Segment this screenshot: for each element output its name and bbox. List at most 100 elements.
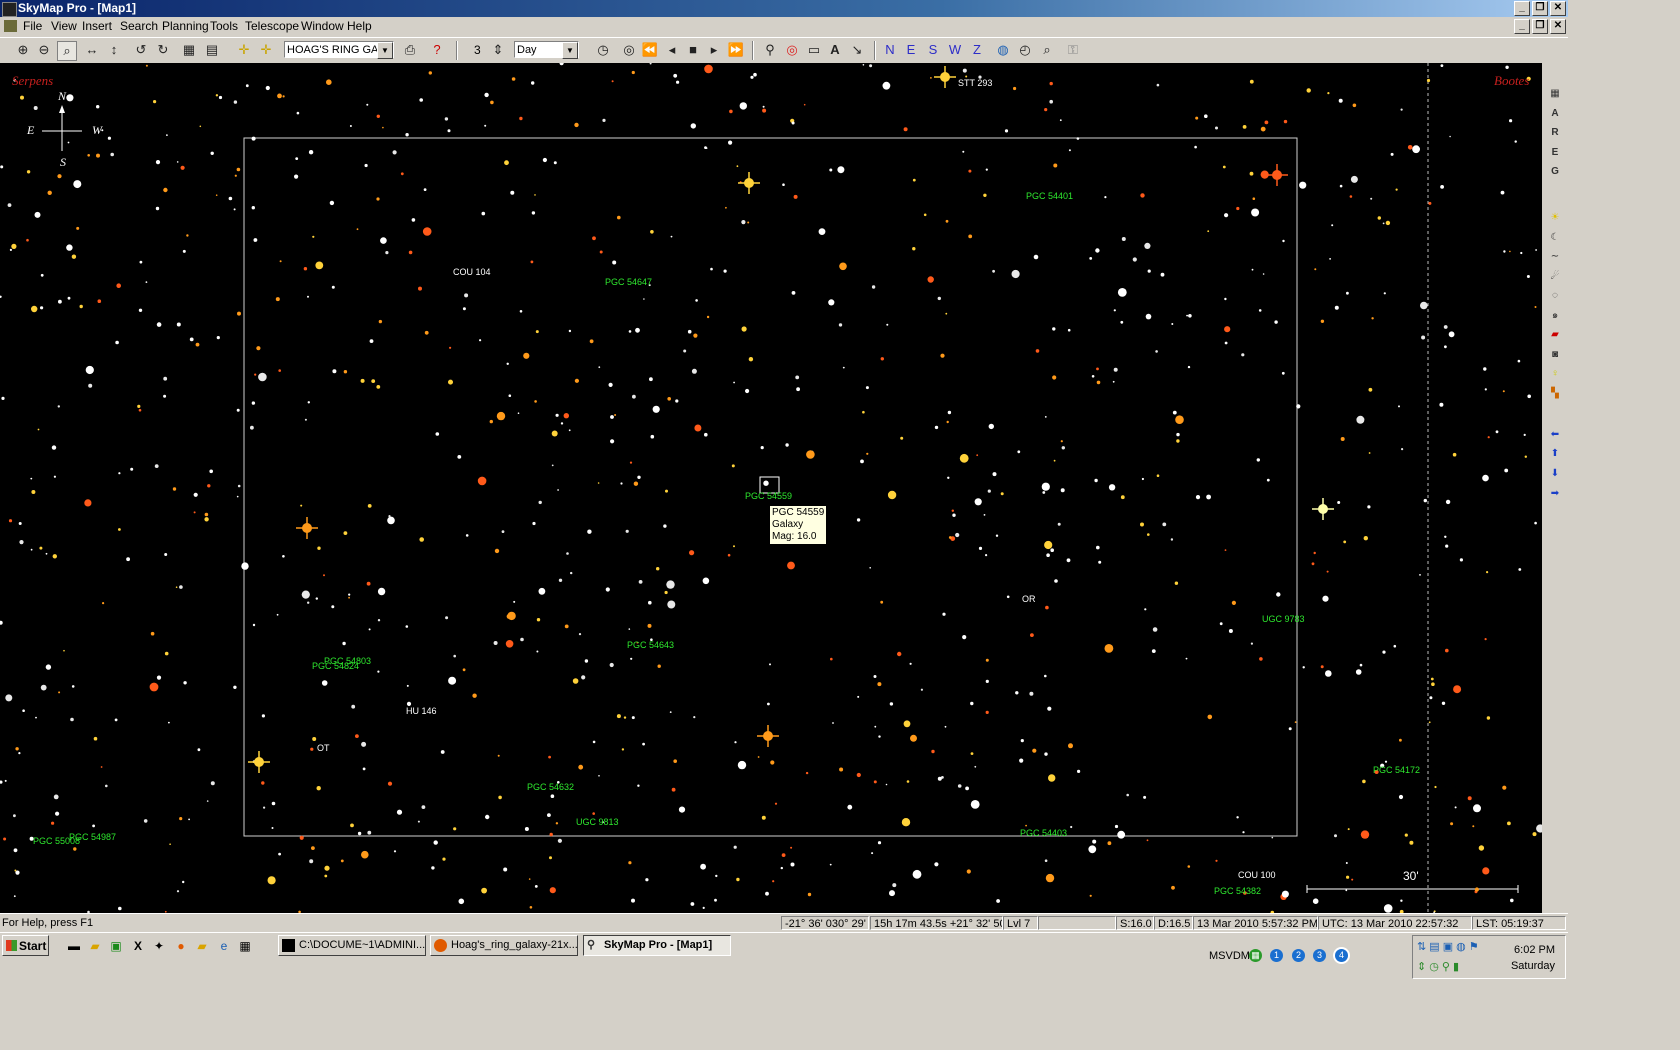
clock-icon[interactable]: ◷ [594,41,612,59]
desktop-2-button[interactable]: 2 [1292,949,1305,962]
grid-toggle-icon[interactable]: ▦ [1548,87,1562,101]
star-label[interactable]: OT [317,743,330,753]
galaxy-label[interactable]: PGC 54403 [1020,828,1067,838]
task-skymap[interactable]: ⚲ SkyMap Pro - [Map1] [583,935,731,956]
galaxy-label[interactable]: PGC 54647 [605,277,652,287]
arrow-up-icon[interactable]: ⬆ [1548,447,1562,461]
galaxy-label[interactable]: PGC 54643 [627,640,674,650]
line-tool-icon[interactable]: ↘ [848,41,866,59]
direction-n-button[interactable]: N [881,41,899,59]
step-forward-icon[interactable]: ▸ [705,41,723,59]
minimize-button[interactable]: _ [1514,1,1530,16]
camera-icon[interactable]: ◙ [1548,348,1562,362]
clock[interactable]: 6:02 PM Saturday [1511,942,1555,974]
direction-e-button[interactable]: E [902,41,920,59]
text-tool-icon[interactable]: A [826,41,844,59]
document-icon[interactable] [4,20,17,32]
desktop-grid-icon[interactable]: ▦ [1249,949,1262,962]
animate-icon[interactable]: ◎ [620,41,638,59]
menu-window[interactable]: Window [301,19,344,33]
desktop-1-button[interactable]: 1 [1270,949,1283,962]
galaxy-icon[interactable]: ๑ [1548,309,1562,323]
menu-planning[interactable]: Planning [162,19,209,33]
galaxy-label[interactable]: UGC 9783 [1262,614,1305,624]
telescope-icon[interactable]: ⚲ [761,41,779,59]
label-r-icon[interactable]: R [1548,126,1562,140]
milky-way-icon[interactable]: ∼ [1548,250,1562,264]
zoom-in-icon[interactable]: ⊕ [14,41,32,59]
zoom-out-icon[interactable]: ⊖ [35,41,53,59]
label-g-icon[interactable]: G [1548,165,1562,179]
center-mouse-icon[interactable]: ✛ [257,41,275,59]
desktop-3-button[interactable]: 3 [1313,949,1326,962]
chevron-down-icon[interactable]: ▼ [562,42,578,59]
menu-view[interactable]: View [51,19,77,33]
ie-icon[interactable]: e [216,938,232,954]
x-app-icon[interactable]: X [130,938,146,954]
start-button[interactable]: Start [2,935,49,956]
galaxy-label[interactable]: PGC 54382 [1214,886,1261,896]
context-help-icon[interactable]: ? [428,41,446,59]
paint-icon[interactable]: ▦ [237,938,253,954]
direction-s-button[interactable]: S [924,41,942,59]
label-a-icon[interactable]: A [1548,107,1562,121]
close-button[interactable]: ✕ [1550,1,1566,16]
object-select[interactable]: HOAG'S RING GAL ▼ [284,41,394,59]
compass-icon[interactable]: ◴ [1016,41,1034,59]
key-icon[interactable]: ⚿ [1064,41,1082,59]
moon-icon[interactable]: ☾ [1548,231,1562,245]
grid-icon[interactable]: ▦ [180,41,198,59]
step-value[interactable]: 3 [474,43,481,57]
star-label[interactable]: HU 146 [406,706,437,716]
fast-forward-icon[interactable]: ⏩ [727,41,745,59]
color-icon[interactable]: ▚ [1548,387,1562,401]
arrow-right-icon[interactable]: ➡ [1548,487,1562,501]
step-spinner-icon[interactable]: ⇕ [489,41,507,59]
hard-drive-icon[interactable]: ▬ [66,938,82,954]
rewind-icon[interactable]: ⏪ [641,41,659,59]
star-label[interactable]: OR [1022,594,1036,604]
pan-vertical-icon[interactable]: ↕ [105,41,123,59]
lightbulb-icon[interactable]: ♀ [1548,367,1562,381]
rotate-right-icon[interactable]: ↻ [154,41,172,59]
direction-z-button[interactable]: Z [968,41,986,59]
sun-icon[interactable]: ☀ [1548,211,1562,225]
sky-map[interactable]: Serpens Bootes N E W S STT 293 COU 104 O… [0,63,1542,913]
desktop-4-button[interactable]: 4 [1335,949,1348,962]
target-icon[interactable]: ◎ [783,41,801,59]
comet-icon[interactable]: ☄ [1548,270,1562,284]
menu-tools[interactable]: Tools [210,19,238,33]
maximize-button[interactable]: ❐ [1532,1,1548,16]
menu-file[interactable]: File [23,19,42,33]
galaxy-label[interactable]: PGC 54632 [527,782,574,792]
doc-close-button[interactable]: ✕ [1550,19,1566,34]
label-e-icon[interactable]: E [1548,146,1562,160]
chevron-down-icon[interactable]: ▼ [377,42,393,59]
star-label[interactable]: COU 100 [1238,870,1276,880]
menu-telescope[interactable]: Telescope [245,19,299,33]
globe-icon[interactable]: ◍ [994,41,1012,59]
folder-icon[interactable]: ▰ [194,938,210,954]
nebula-icon[interactable]: ◌ [1548,289,1562,303]
pan-horizontal-icon[interactable]: ↔ [83,41,101,59]
galaxy-label[interactable]: PGC 54172 [1373,765,1420,775]
rotate-left-icon[interactable]: ↺ [132,41,150,59]
galaxy-label[interactable]: PGC 54824 [312,661,359,671]
zoom-window-icon[interactable]: ⌕ [57,41,77,61]
stop-icon[interactable]: ■ [684,41,702,59]
menu-insert[interactable]: Insert [82,19,112,33]
menu-help[interactable]: Help [347,19,372,33]
coordinate-grid-icon[interactable]: ▤ [203,41,221,59]
firefox-icon[interactable]: ● [173,938,189,954]
cluster-icon[interactable]: ▰ [1548,328,1562,342]
galaxy-label[interactable]: PGC 54559 [745,491,792,501]
galaxy-label[interactable]: PGC 54401 [1026,191,1073,201]
center-object-icon[interactable]: ✛ [235,41,253,59]
rectangle-icon[interactable]: ▭ [805,41,823,59]
time-unit-select[interactable]: Day ▼ [514,41,579,59]
star-label[interactable]: COU 104 [453,267,491,277]
find-icon[interactable]: ⌕ [1038,41,1056,59]
tray-icons-row2[interactable]: ⇕ ◷ ⚲ ▮ [1417,960,1459,973]
app-icon[interactable]: ▣ [108,938,124,954]
star-label[interactable]: STT 293 [958,78,992,88]
